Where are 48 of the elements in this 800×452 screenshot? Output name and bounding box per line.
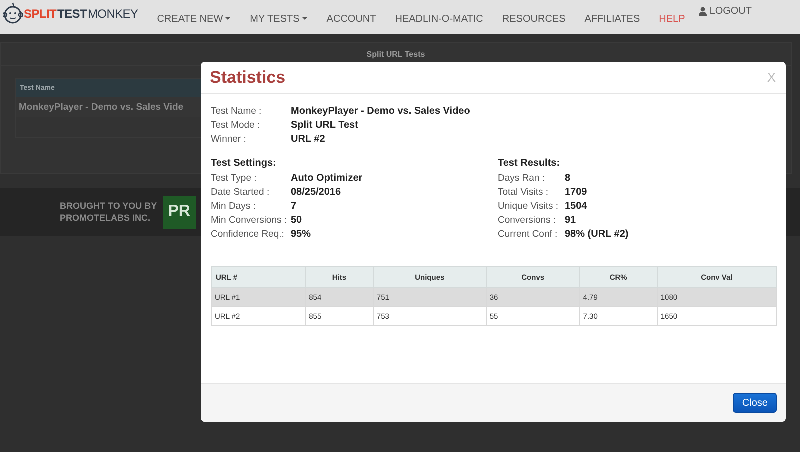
section-heading: Test Settings:	[211, 158, 278, 169]
field-value: Auto Optimizer	[291, 173, 364, 185]
field-label: Test Name :	[211, 106, 263, 118]
field-value: 95%	[291, 229, 312, 241]
field-label: Current Conf :	[498, 229, 559, 241]
section-heading: Test Results:	[498, 158, 562, 169]
field-label: Winner :	[211, 134, 248, 146]
field-value: 50	[291, 215, 304, 227]
field-value: 1504	[565, 201, 588, 213]
field-label: Days Ran :	[498, 173, 546, 185]
sponsor-logo: PR	[163, 196, 196, 228]
nav-menu-item[interactable]: CREATE NEW	[150, 14, 238, 24]
field-value: 7	[291, 201, 298, 213]
nav-menu-item[interactable]: RESOURCES	[495, 14, 573, 24]
field-value: Split URL Test	[291, 120, 360, 132]
field-label: Test Type :	[211, 173, 258, 185]
logo-text: MONKEY	[88, 7, 138, 21]
user-icon	[698, 7, 707, 16]
credit-text: BROUGHT TO YOU BY	[60, 200, 158, 212]
nav-menu-item[interactable]: ACCOUNT	[320, 14, 384, 24]
field-value: 8	[565, 173, 572, 185]
logo-text: TEST	[58, 7, 87, 21]
field-label: Date Started :	[211, 187, 271, 199]
nav-menu-item[interactable]: AFFILIATES	[578, 14, 648, 24]
logo-text: SPLIT	[24, 7, 57, 21]
field-value: MonkeyPlayer - Demo vs. Sales Video	[291, 106, 472, 118]
nav-menu-item[interactable]: HELP	[652, 14, 692, 24]
field-label: Conversions :	[498, 215, 558, 227]
field-value: 1709	[565, 187, 588, 199]
field-value: URL #2	[291, 134, 326, 146]
field-label: Confidence Req.:	[211, 229, 286, 241]
field-label: Min Conversions :	[211, 215, 288, 227]
dialog-title: Statistics	[210, 68, 286, 88]
field-label: Total Visits :	[498, 187, 550, 199]
field-label: Min Days :	[211, 201, 257, 213]
field-value: 91	[565, 215, 578, 227]
nav-menu-item[interactable]: MY TESTS	[243, 14, 315, 24]
nav-menu-item[interactable]: HEADLIN-O-MATIC	[388, 14, 490, 24]
close-button[interactable]: Close	[733, 393, 777, 413]
field-label: Unique Visits :	[498, 201, 560, 213]
caret-icon	[225, 17, 232, 21]
field-label: Test Mode :	[211, 120, 262, 132]
logout-link[interactable]: LOGOUT	[698, 6, 752, 17]
field-value: 98% (URL #2)	[565, 229, 630, 241]
caret-icon	[302, 17, 308, 21]
credit-text: PROMOTELABS INC.	[60, 212, 152, 224]
monkey-logo-icon	[3, 2, 23, 26]
field-value: 08/25/2016	[291, 187, 342, 199]
